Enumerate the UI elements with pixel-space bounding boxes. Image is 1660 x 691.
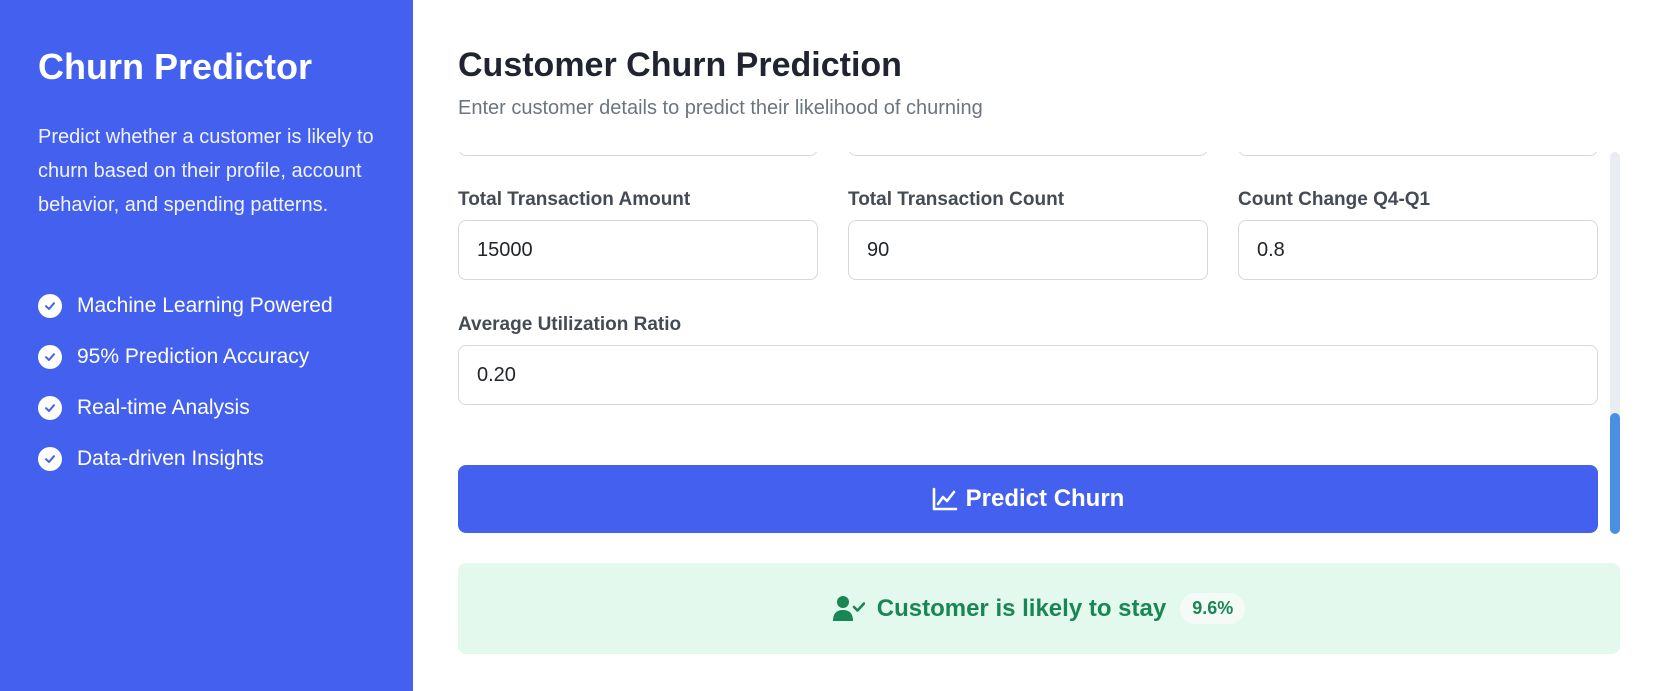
check-circle-icon	[38, 293, 62, 318]
scrollbar-thumb[interactable]	[1610, 413, 1620, 534]
feature-item: Real-time Analysis	[38, 382, 333, 433]
predict-churn-label: Predict Churn	[965, 485, 1125, 512]
check-circle-icon	[38, 395, 62, 420]
total-transaction-amount-label: Total Transaction Amount	[458, 189, 691, 210]
prediction-result: Customer is likely to stay 9.6%	[458, 563, 1620, 654]
feature-label: Real-time Analysis	[77, 395, 250, 419]
average-utilization-ratio-input[interactable]	[458, 345, 1598, 405]
count-change-q4-q1-input[interactable]	[1238, 220, 1598, 280]
total-transaction-count-input[interactable]	[848, 220, 1208, 280]
feature-item: Machine Learning Powered	[38, 280, 333, 331]
page-title: Customer Churn Prediction	[458, 46, 902, 84]
check-circle-icon	[38, 344, 62, 369]
form-scrollbar[interactable]	[1610, 152, 1620, 534]
predict-churn-button[interactable]: Predict Churn	[458, 465, 1598, 533]
page-subtitle: Enter customer details to predict their …	[458, 97, 983, 119]
main-panel: Customer Churn Prediction Enter customer…	[413, 0, 1660, 691]
scrolled-input[interactable]	[458, 152, 818, 156]
scrolled-input[interactable]	[1238, 152, 1598, 156]
feature-item: Data-driven Insights	[38, 433, 333, 484]
average-utilization-ratio-label: Average Utilization Ratio	[458, 314, 682, 335]
sidebar-description: Predict whether a customer is likely to …	[38, 126, 374, 216]
sidebar: Churn Predictor Predict whether a custom…	[0, 0, 413, 691]
scrolled-input[interactable]	[848, 152, 1208, 156]
probability-badge: 9.6%	[1180, 593, 1246, 624]
total-transaction-amount-input[interactable]	[458, 220, 818, 280]
feature-item: 95% Prediction Accuracy	[38, 331, 333, 382]
check-circle-icon	[38, 446, 62, 471]
chart-line-icon	[932, 487, 957, 511]
feature-label: Machine Learning Powered	[77, 293, 333, 317]
feature-label: Data-driven Insights	[77, 446, 264, 470]
user-check-icon	[832, 595, 865, 621]
result-text: Customer is likely to stay	[876, 594, 1167, 622]
sidebar-title: Churn Predictor	[38, 46, 313, 87]
count-change-q4-q1-label: Count Change Q4-Q1	[1238, 189, 1431, 210]
feature-label: 95% Prediction Accuracy	[77, 344, 310, 368]
feature-list: Machine Learning Powered 95% Prediction …	[38, 280, 333, 484]
total-transaction-count-label: Total Transaction Count	[848, 189, 1065, 210]
